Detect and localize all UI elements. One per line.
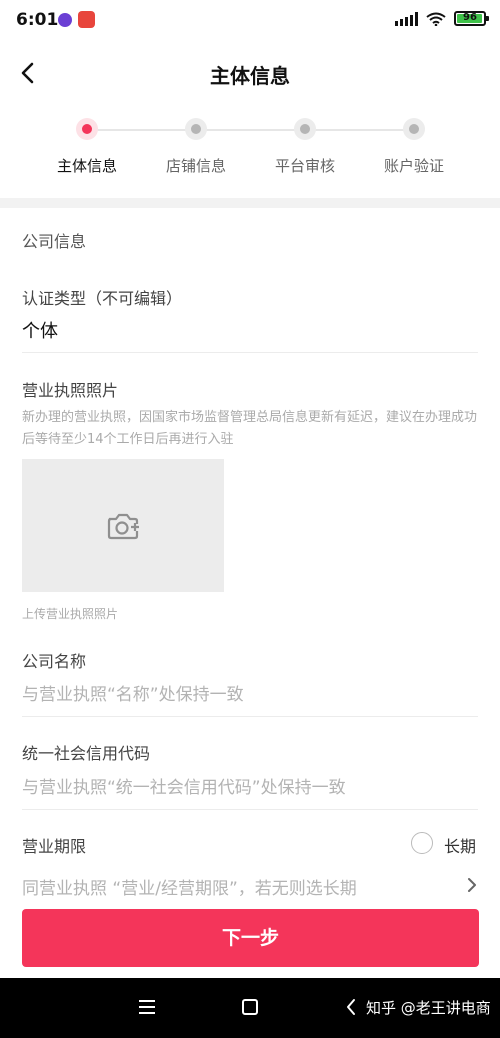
page-title: 主体信息: [210, 64, 290, 88]
section-title: 公司信息: [22, 232, 87, 251]
chevron-right-icon[interactable]: [466, 876, 478, 894]
license-photo-hint: 新办理的营业执照，因国家市场监督管理总局信息更新有延迟，建议在办理成功后等待至少…: [22, 410, 478, 447]
status-indicators: 96: [395, 11, 489, 26]
footer: 下一步: [0, 898, 500, 978]
section-separator: [0, 198, 500, 208]
battery-icon: 96: [454, 11, 489, 26]
credit-code-input[interactable]: 与营业执照“统一社会信用代码”处保持一致: [22, 773, 346, 798]
step-label: 账户验证: [383, 157, 444, 175]
home-icon[interactable]: [242, 999, 258, 1015]
app-notification-icon: [78, 11, 95, 28]
step-dot: [403, 118, 425, 140]
company-name-input[interactable]: 与营业执照“名称”处保持一致: [22, 680, 244, 705]
step-1: 主体信息: [37, 112, 137, 176]
progress-stepper: 主体信息 店铺信息 平台审核 账户验证: [0, 112, 500, 198]
long-term-label[interactable]: 长期: [444, 833, 476, 857]
step-dot: [185, 118, 207, 140]
step-4: 账户验证: [364, 112, 464, 176]
upload-caption: 上传营业执照照片: [22, 607, 119, 621]
license-photo-upload[interactable]: [22, 459, 224, 592]
signal-icon: [395, 11, 418, 26]
back-icon[interactable]: [344, 996, 358, 1018]
cert-type-value: 个体: [22, 321, 58, 342]
credit-code-label: 统一社会信用代码: [22, 744, 151, 763]
status-time: 6:01: [16, 10, 59, 30]
step-dot: [294, 118, 316, 140]
divider: [22, 352, 478, 353]
status-bar: 6:01 96: [0, 0, 500, 42]
camera-plus-icon: [107, 513, 139, 540]
business-term-label: 营业期限: [22, 837, 87, 856]
next-step-button[interactable]: 下一步: [22, 909, 479, 967]
battery-level: 96: [463, 12, 477, 23]
step-3: 平台审核: [255, 112, 355, 176]
step-label: 主体信息: [56, 157, 117, 175]
menu-icon[interactable]: [139, 1000, 155, 1014]
step-label: 店铺信息: [165, 157, 226, 175]
license-photo-label: 营业执照照片: [22, 381, 119, 400]
wifi-icon: [426, 12, 446, 26]
long-term-radio[interactable]: [411, 832, 433, 854]
navigation-bar: 主体信息: [0, 42, 500, 104]
cert-type-label: 认证类型（不可编辑）: [22, 289, 183, 308]
step-dot-active: [76, 118, 98, 140]
company-name-label: 公司名称: [22, 652, 87, 671]
watermark: 知乎 @老王讲电商: [366, 999, 491, 1017]
divider: [22, 716, 478, 717]
divider: [22, 809, 478, 810]
system-navigation-bar: 知乎 @老王讲电商: [0, 978, 500, 1038]
app-notification-icon: [58, 13, 72, 27]
step-label: 平台审核: [274, 157, 335, 175]
business-term-picker[interactable]: 同营业执照 “营业/经营期限”，若无则选长期: [22, 874, 357, 899]
step-2: 店铺信息: [146, 112, 246, 176]
